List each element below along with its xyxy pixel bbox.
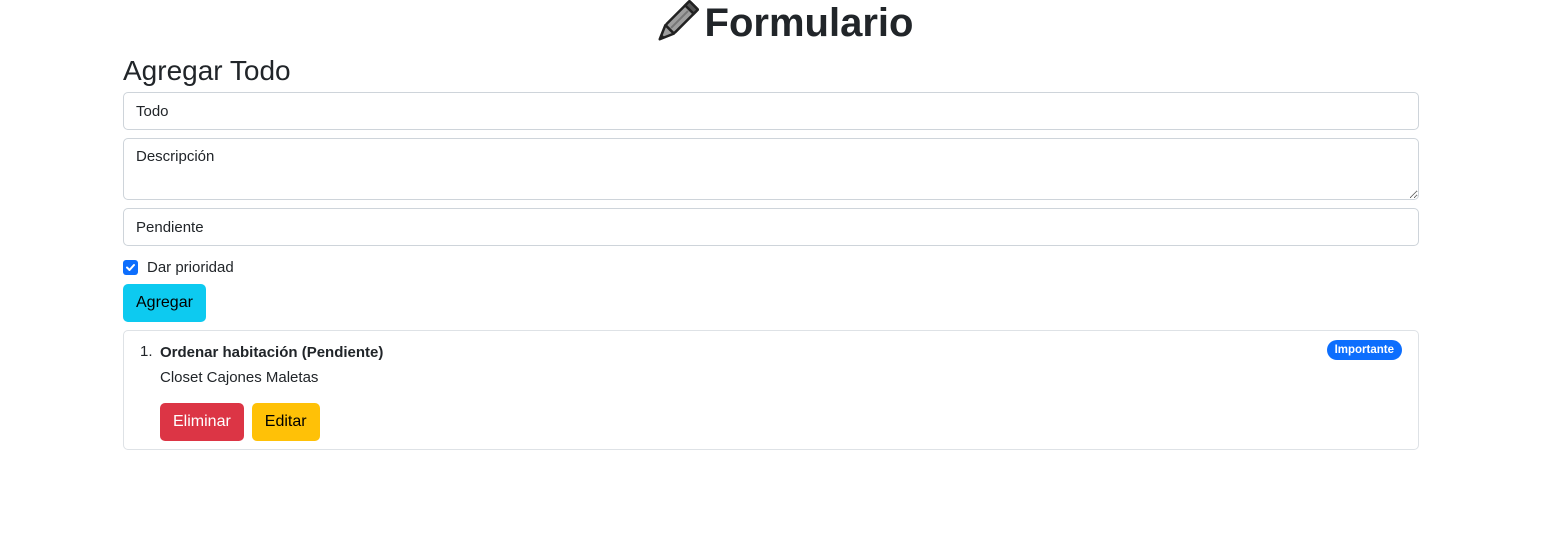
add-button[interactable]: Agregar	[123, 284, 206, 322]
page-header: Formulario	[0, 0, 1566, 46]
description-textarea[interactable]	[123, 138, 1419, 200]
todo-list: 1. Ordenar habitación (Pendiente) Closet…	[123, 330, 1419, 450]
status-select[interactable]	[123, 208, 1419, 246]
item-number: 1.	[140, 343, 153, 360]
item-title: Ordenar habitación (Pendiente)	[160, 344, 384, 361]
form-heading: Agregar Todo	[123, 55, 291, 86]
todo-input[interactable]	[123, 92, 1419, 130]
priority-label: Dar prioridad	[147, 258, 234, 276]
list-item: 1. Ordenar habitación (Pendiente) Closet…	[140, 340, 1402, 441]
priority-badge: Importante	[1326, 340, 1402, 360]
pencil-icon	[653, 0, 700, 46]
checkmark-icon	[126, 263, 135, 271]
edit-button[interactable]: Editar	[251, 403, 320, 441]
todo-form-container: Agregar Todo Dar prioridad Agregar 1. Or…	[123, 52, 1419, 450]
priority-checkbox-row[interactable]: Dar prioridad	[123, 254, 1419, 280]
item-description: Closet Cajones Maletas	[160, 369, 319, 386]
priority-checkbox[interactable]	[123, 259, 138, 275]
page-title: Formulario	[704, 1, 914, 45]
delete-button[interactable]: Eliminar	[160, 403, 244, 441]
